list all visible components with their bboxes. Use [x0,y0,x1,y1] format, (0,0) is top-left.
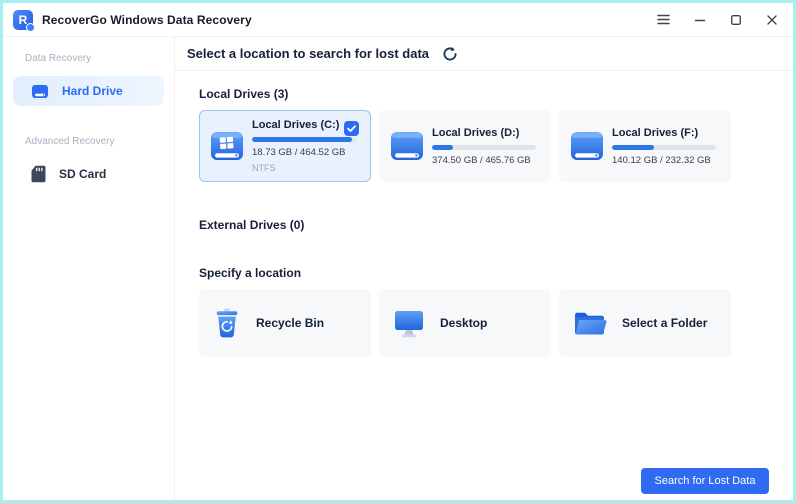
drive-card-c[interactable]: Local Drives (C:) 18.73 GB / 464.52 GB N… [199,110,371,182]
drive-capacity: 140.12 GB / 232.32 GB [612,154,711,166]
local-drives-row: Local Drives (C:) 18.73 GB / 464.52 GB N… [199,110,769,182]
main-content: Local Drives (3) Local Drives (C:) 18.73… [175,71,793,500]
maximize-icon[interactable] [728,12,743,27]
drive-usage-bar [612,144,716,150]
specify-location-row: Recycle Bin Desktop Select a Folder [199,289,769,357]
drive-capacity: 18.73 GB / 464.52 GB [252,147,346,158]
drive-icon [568,129,606,163]
window-controls [656,12,779,27]
external-drives-heading: External Drives (0) [199,218,305,232]
folder-icon [573,309,607,337]
system-drive-icon [208,129,246,163]
drive-usage-fill [612,144,654,150]
location-label: Select a Folder [622,316,708,330]
app-title: RecoverGo Windows Data Recovery [42,12,252,27]
sidebar-item-label: Hard Drive [62,84,123,98]
drive-filesystem: NTFS [252,163,276,173]
recycle-bin-icon [213,307,241,339]
select-folder-card[interactable]: Select a Folder [559,289,731,357]
drive-checkbox[interactable] [344,121,359,136]
refresh-icon[interactable] [442,46,458,62]
recycle-bin-card[interactable]: Recycle Bin [199,289,371,357]
sidebar-item-hard-drive[interactable]: Hard Drive [13,76,164,106]
sidebar-section-advanced-recovery: Advanced Recovery [25,136,115,147]
page-title: Select a location to search for lost dat… [187,46,430,61]
drive-usage-fill [252,137,352,142]
drive-capacity: 374.50 GB / 465.76 GB [432,154,531,166]
close-icon[interactable] [764,12,779,27]
drive-name: Local Drives (C:) [252,119,340,131]
minimize-icon[interactable] [692,12,707,27]
local-drives-heading: Local Drives (3) [199,87,289,101]
drive-name: Local Drives (F:) [612,126,699,139]
sidebar-section-data-recovery: Data Recovery [25,53,92,64]
location-label: Recycle Bin [256,316,325,330]
sidebar-item-sd-card[interactable]: SD Card [13,159,164,189]
title-bar: R RecoverGo Windows Data Recovery [3,3,793,37]
desktop-icon [393,308,425,338]
sd-card-icon [31,165,46,183]
search-lost-data-button[interactable]: Search for Lost Data [641,468,769,494]
drive-card-f[interactable]: Local Drives (F:) 140.12 GB / 232.32 GB [559,110,731,182]
app-window: R RecoverGo Windows Data Recovery Data R… [3,3,793,500]
drive-usage-bar [432,144,536,150]
sidebar: Data Recovery Hard Drive Advanced Recove… [3,37,175,500]
hard-drive-icon [31,84,49,99]
drive-usage-bar [252,137,356,142]
location-label: Desktop [440,316,488,330]
app-logo-icon: R [13,9,35,32]
drive-name: Local Drives (D:) [432,126,520,139]
drive-card-d[interactable]: Local Drives (D:) 374.50 GB / 465.76 GB [379,110,551,182]
specify-location-heading: Specify a location [199,266,302,280]
main-header: Select a location to search for lost dat… [175,37,793,71]
desktop-card[interactable]: Desktop [379,289,551,357]
drive-usage-fill [432,144,453,150]
drive-icon [388,129,426,163]
main-panel: Select a location to search for lost dat… [175,37,793,500]
sidebar-item-label: SD Card [59,167,107,181]
menu-icon[interactable] [656,12,671,27]
